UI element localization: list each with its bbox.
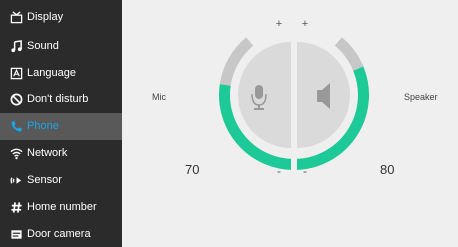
sidebar-item-label: Language: [27, 67, 76, 80]
speaker-level-track: [334, 37, 364, 71]
mic-label: Mic: [152, 92, 166, 102]
sidebar-item-sensor[interactable]: Sensor: [0, 167, 122, 194]
mic-button[interactable]: [238, 42, 291, 148]
sidebar-item-sound[interactable]: Sound: [0, 33, 122, 60]
sidebar-item-label: Network: [27, 147, 68, 160]
sensor-icon: [9, 173, 23, 187]
mic-increase-button[interactable]: +: [276, 18, 282, 30]
sidebar-item-label: Home number: [27, 201, 97, 214]
music-note-icon: [9, 39, 23, 53]
phone-settings-panel: + - + - Mic 70 Speaker 80: [122, 0, 458, 247]
speaker-increase-button[interactable]: +: [302, 18, 308, 30]
sidebar-item-display[interactable]: Display: [0, 4, 122, 31]
mic-value: 70: [185, 162, 200, 177]
sidebar-item-network[interactable]: Network: [0, 140, 122, 167]
sidebar-item-label: Display: [27, 11, 64, 24]
settings-sidebar: Display Sound Language Don't disturb Pho…: [0, 0, 122, 247]
sidebar-item-label: Don't disturb: [27, 93, 89, 106]
speaker-label: Speaker: [404, 92, 438, 102]
sidebar-item-label: Sensor: [27, 174, 62, 187]
tv-icon: [9, 10, 23, 24]
sidebar-item-label: Sound: [27, 40, 59, 53]
sidebar-item-label: Door camera: [27, 228, 91, 241]
do-not-disturb-icon: [9, 92, 23, 106]
sidebar-item-dont-disturb[interactable]: Don't disturb: [0, 86, 122, 113]
mic-decrease-button[interactable]: -: [277, 164, 281, 178]
speaker-decrease-button[interactable]: -: [303, 164, 307, 178]
sidebar-item-door-camera[interactable]: Door camera: [0, 221, 122, 247]
phone-icon: [9, 119, 23, 133]
speaker-value: 80: [380, 162, 395, 177]
door-camera-icon: [9, 227, 23, 241]
sidebar-item-phone[interactable]: Phone: [0, 113, 122, 140]
sidebar-item-language[interactable]: Language: [0, 60, 122, 87]
language-icon: [9, 66, 23, 80]
hash-icon: [9, 200, 23, 214]
dial-divider: [291, 5, 297, 185]
volume-dial: + - + -: [219, 5, 369, 185]
sidebar-item-home-number[interactable]: Home number: [0, 194, 122, 221]
sidebar-item-label: Phone: [27, 120, 59, 133]
wifi-icon: [9, 146, 23, 160]
